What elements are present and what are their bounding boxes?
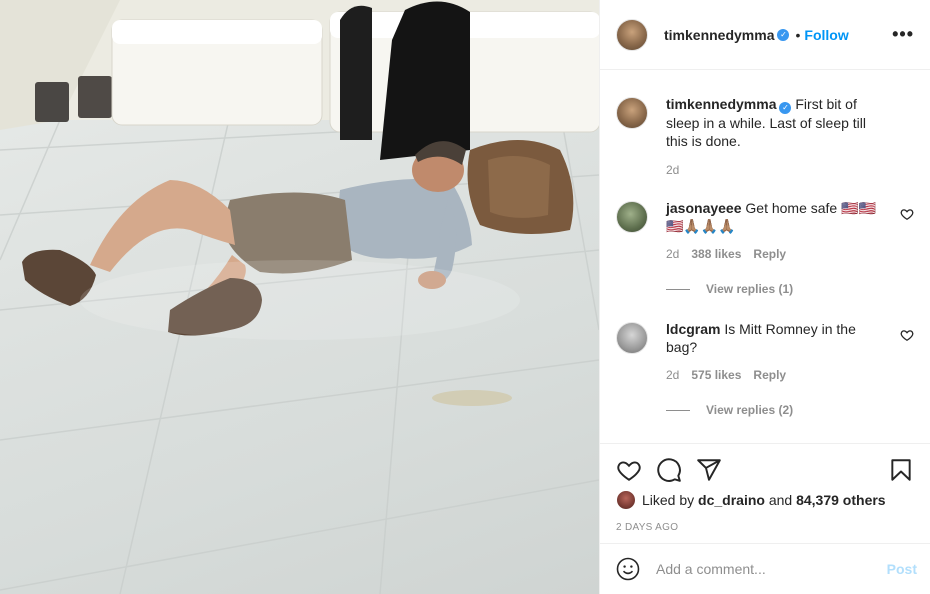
likes-count[interactable]: 84,379 others xyxy=(796,492,886,508)
comment-username[interactable]: ldcgram xyxy=(666,321,720,337)
post-timestamp[interactable]: 2 DAYS AGO xyxy=(616,522,914,533)
comment-meta: 2d 575 likes Reply xyxy=(666,368,890,382)
comment-item: jasonayeee Get home safe 🇺🇸🇺🇸🇺🇸🙏🏽🙏🏽🙏🏽 2d… xyxy=(616,199,914,296)
comment-time[interactable]: 2d xyxy=(666,247,679,261)
first-liker-username[interactable]: dc_draino xyxy=(698,492,765,508)
view-replies-button[interactable]: View replies (2) xyxy=(666,403,890,417)
caption-username[interactable]: timkennedymma xyxy=(666,96,776,112)
view-replies-label: View replies (1) xyxy=(706,282,794,296)
comments-list[interactable]: timkennedymma ✓ First bit of sleep in a w… xyxy=(600,71,930,443)
post-actions: Liked by dc_draino and 84,379 others 2 D… xyxy=(600,443,930,543)
caption-text-block: timkennedymma ✓ First bit of sleep in a w… xyxy=(666,95,890,150)
caption-time[interactable]: 2d xyxy=(666,163,679,177)
emoji-icon[interactable] xyxy=(616,557,640,581)
more-options-icon[interactable]: ••• xyxy=(892,24,914,45)
comment-input[interactable] xyxy=(656,561,887,577)
add-comment-bar: Post xyxy=(600,543,930,594)
comment-username[interactable]: jasonayeee xyxy=(666,200,742,216)
caption-body: timkennedymma ✓ First bit of sleep in a w… xyxy=(666,95,914,177)
caption: timkennedymma ✓ First bit of sleep in a w… xyxy=(616,95,914,177)
verified-badge-icon: ✓ xyxy=(777,28,790,41)
comment-body: jasonayeee Get home safe 🇺🇸🇺🇸🇺🇸🙏🏽🙏🏽🙏🏽 2d… xyxy=(666,199,914,296)
view-replies-button[interactable]: View replies (1) xyxy=(666,282,890,296)
post-photo[interactable] xyxy=(0,0,599,594)
author-username[interactable]: timkennedymma xyxy=(664,27,774,43)
heart-icon[interactable] xyxy=(616,457,642,483)
post-photo-illustration xyxy=(0,0,599,594)
reply-button[interactable]: Reply xyxy=(753,247,786,261)
commenter-avatar[interactable] xyxy=(616,322,648,354)
share-icon[interactable] xyxy=(696,457,722,483)
action-icons-row xyxy=(616,444,914,492)
author-avatar[interactable] xyxy=(616,18,648,51)
liked-by: Liked by dc_draino and 84,379 others xyxy=(616,490,914,510)
comment-time[interactable]: 2d xyxy=(666,368,679,382)
comment-like-heart-icon[interactable] xyxy=(900,328,914,342)
comment-like-heart-icon[interactable] xyxy=(900,207,914,221)
instagram-post: timkennedymma ✓ • Follow ••• timkennedym… xyxy=(0,0,930,594)
verified-badge-icon: ✓ xyxy=(779,102,792,114)
post-comment-button[interactable]: Post xyxy=(887,561,917,577)
comment-likes[interactable]: 575 likes xyxy=(691,368,741,382)
comment-text-block: jasonayeee Get home safe 🇺🇸🇺🇸🇺🇸🙏🏽🙏🏽🙏🏽 xyxy=(666,199,890,235)
comment-meta: 2d 388 likes Reply xyxy=(666,247,890,261)
comment-text-block: ldcgram Is Mitt Romney in the bag? xyxy=(666,320,890,356)
replies-divider xyxy=(666,288,690,290)
caption-meta: 2d xyxy=(666,163,890,177)
follow-button[interactable]: Follow xyxy=(804,27,848,43)
comment-item: ldcgram Is Mitt Romney in the bag? 2d 57… xyxy=(616,320,914,417)
bookmark-icon[interactable] xyxy=(888,457,914,483)
caption-author-avatar[interactable] xyxy=(616,97,648,129)
liked-by-prefix: Liked by xyxy=(642,492,695,508)
liked-by-and: and xyxy=(768,492,793,508)
reply-button[interactable]: Reply xyxy=(753,368,786,382)
post-header: timkennedymma ✓ • Follow ••• xyxy=(600,0,930,70)
comment-body: ldcgram Is Mitt Romney in the bag? 2d 57… xyxy=(666,320,914,417)
header-separator: • xyxy=(795,26,801,43)
commenter-avatar[interactable] xyxy=(616,201,648,233)
liker-avatar[interactable] xyxy=(616,490,636,510)
replies-divider xyxy=(666,409,690,411)
view-replies-label: View replies (2) xyxy=(706,403,794,417)
comment-likes[interactable]: 388 likes xyxy=(691,247,741,261)
comment-icon[interactable] xyxy=(656,457,682,483)
post-details-panel: timkennedymma ✓ • Follow ••• timkennedym… xyxy=(599,0,930,594)
